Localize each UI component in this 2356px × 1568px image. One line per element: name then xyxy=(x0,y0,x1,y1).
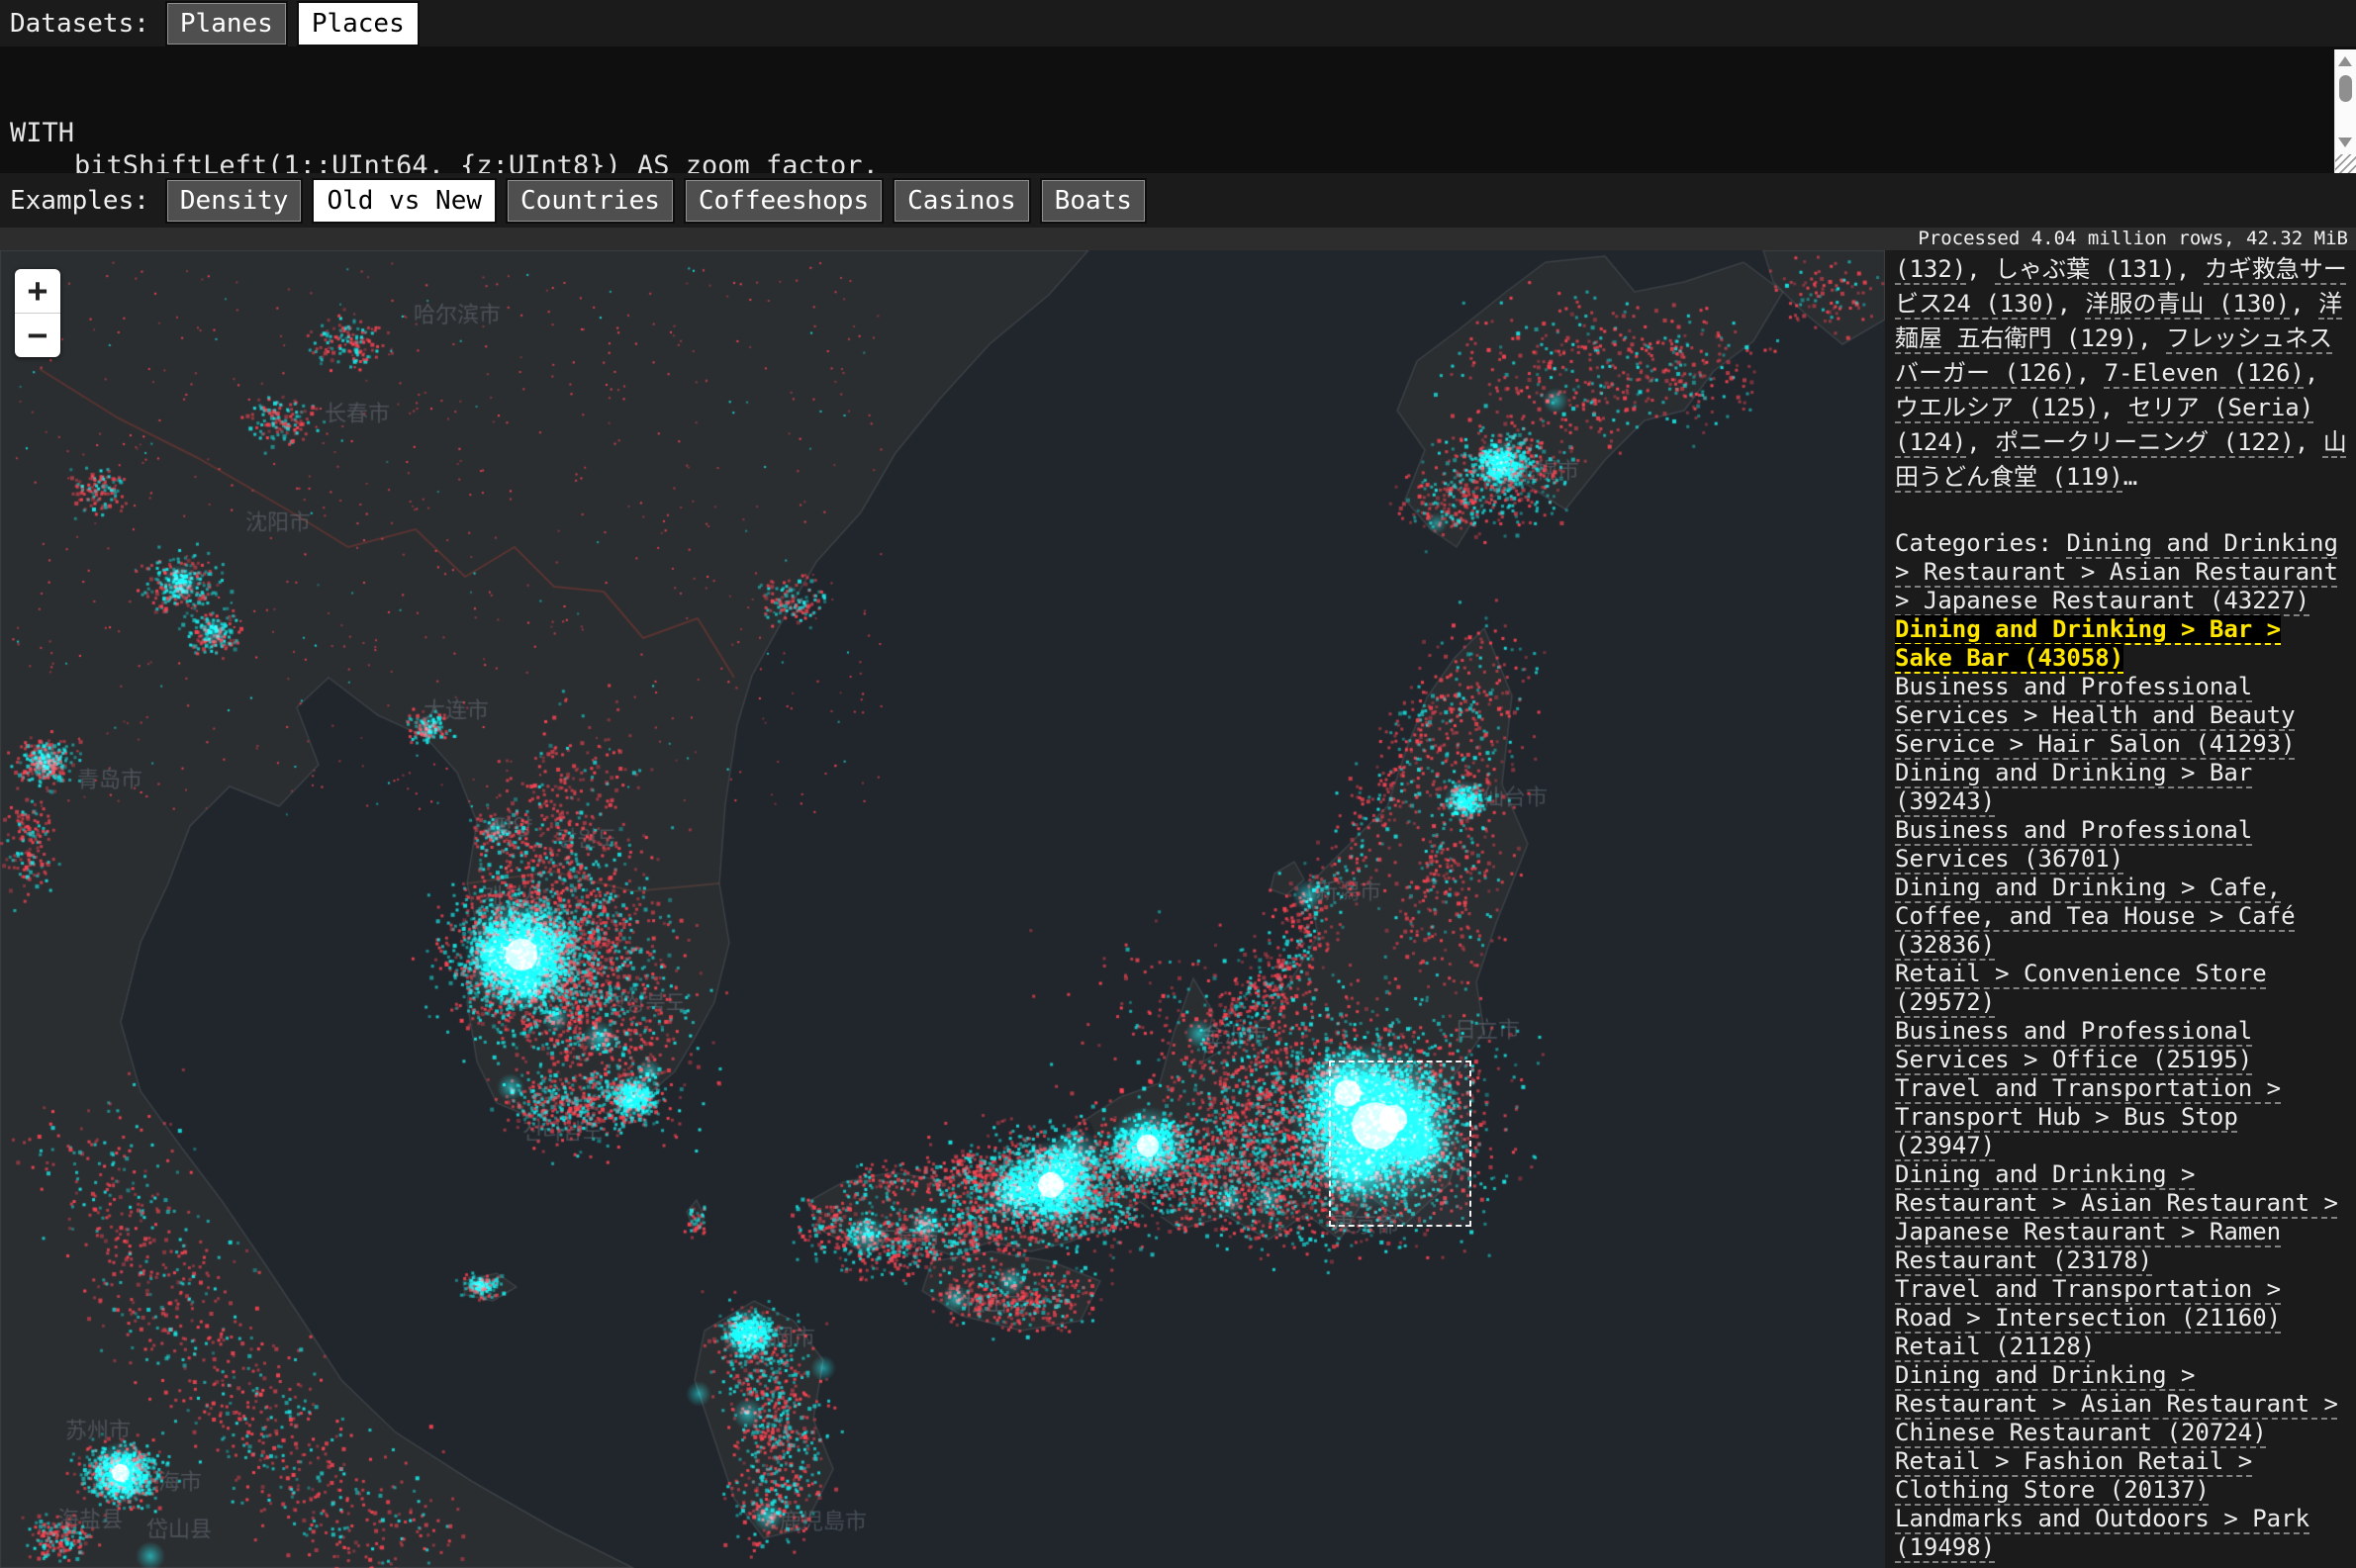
category-link[interactable]: Landmarks and Outdoors > Park (19498) xyxy=(1895,1505,2309,1561)
category-link[interactable]: Retail > Fashion Retail > Clothing Store… xyxy=(1895,1447,2252,1504)
example-button[interactable]: Coffeeshops xyxy=(684,178,884,224)
category-link[interactable]: Dining and Drinking > Cafe, Coffee, and … xyxy=(1895,874,2296,959)
datasets-buttons: PlanesPlaces xyxy=(165,1,420,46)
place-name-link[interactable]: 7-Eleven (126) xyxy=(2076,359,2305,387)
tile-selection-box[interactable] xyxy=(1329,1061,1471,1227)
example-button[interactable]: Boats xyxy=(1040,178,1147,224)
map-container[interactable]: + − xyxy=(0,250,1885,1568)
zoom-in-button[interactable]: + xyxy=(15,269,60,313)
example-button[interactable]: Old vs New xyxy=(312,178,497,224)
categories-section: Categories: Dining and Drinking > Restau… xyxy=(1895,529,2347,1562)
examples-buttons: DensityOld vs NewCountriesCoffeeshopsCas… xyxy=(165,178,1147,224)
top-names-list: (132)しゃぶ葉 (131)カギ救急サービス24 (130)洋服の青山 (13… xyxy=(1895,252,2347,495)
place-name-link[interactable]: 洋服の青山 (130) xyxy=(2057,290,2291,318)
category-link[interactable]: Dining and Drinking > Restaurant > Asian… xyxy=(1895,1160,2338,1274)
example-button[interactable]: Casinos xyxy=(893,178,1031,224)
dataset-button[interactable]: Planes xyxy=(165,1,288,46)
scrollbar-thumb[interactable] xyxy=(2339,75,2352,102)
category-link[interactable]: Business and Professional Services > Hea… xyxy=(1895,673,2296,758)
status-bar: Processed 4.04 million rows, 42.32 MiB xyxy=(0,228,2356,250)
category-link[interactable]: Retail > Convenience Store (29572) xyxy=(1895,960,2267,1016)
status-text: Processed 4.04 million rows, 42.32 MiB xyxy=(1918,228,2348,249)
map-zoom-control: + − xyxy=(15,269,60,357)
category-link[interactable]: Retail (21128) xyxy=(1895,1333,2095,1360)
examples-row: Examples: DensityOld vs NewCountriesCoff… xyxy=(0,173,2356,228)
category-link[interactable]: Business and Professional Services (3670… xyxy=(1895,816,2252,873)
scroll-up-icon[interactable] xyxy=(2338,56,2352,66)
category-link[interactable]: Dining and Drinking > Bar > Sake Bar (43… xyxy=(1895,615,2281,672)
examples-label: Examples: xyxy=(10,186,149,216)
category-link[interactable]: Travel and Transportation > Transport Hu… xyxy=(1895,1074,2281,1159)
dataset-button[interactable]: Places xyxy=(297,1,420,46)
place-name-link[interactable]: しゃぶ葉 (131) xyxy=(1966,255,2176,283)
scroll-down-icon[interactable] xyxy=(2338,138,2352,147)
category-link[interactable]: Business and Professional Services > Off… xyxy=(1895,1017,2252,1073)
textarea-resize-grip-icon[interactable] xyxy=(2334,154,2356,173)
zoom-out-button[interactable]: − xyxy=(15,313,60,357)
example-button[interactable]: Countries xyxy=(506,178,675,224)
categories-list: Dining and Drinking > Restaurant > Asian… xyxy=(1895,529,2338,1561)
place-name-link[interactable]: ポニークリーニング (122) xyxy=(1966,428,2295,456)
datasets-row: Datasets: PlanesPlaces xyxy=(0,0,2356,46)
top-names-ellipsis: … xyxy=(2123,463,2137,491)
query-editor-scrollbar[interactable] xyxy=(2334,49,2356,154)
example-button[interactable]: Density xyxy=(165,178,304,224)
category-link[interactable]: Travel and Transportation > Road > Inter… xyxy=(1895,1275,2281,1332)
top-names: (132)しゃぶ葉 (131)カギ救急サービス24 (130)洋服の青山 (13… xyxy=(1895,255,2347,491)
query-editor[interactable]: WITH bitShiftLeft(1::UInt64, {z:UInt8}) … xyxy=(0,46,2356,173)
main-area: + − (132)しゃぶ葉 (131)カギ救急サービス24 (130)洋服の青山… xyxy=(0,250,2356,1568)
datasets-label: Datasets: xyxy=(10,9,149,39)
categories-label: Categories: xyxy=(1895,529,2066,557)
map-canvas[interactable] xyxy=(0,250,1885,1568)
sidebar: (132)しゃぶ葉 (131)カギ救急サービス24 (130)洋服の青山 (13… xyxy=(1885,250,2356,1568)
query-code[interactable]: WITH bitShiftLeft(1::UInt64, {z:UInt8}) … xyxy=(0,112,2356,173)
category-link[interactable]: Dining and Drinking > Restaurant > Asian… xyxy=(1895,1361,2338,1446)
place-name-link[interactable]: (132) xyxy=(1895,255,1966,283)
category-link[interactable]: Dining and Drinking > Bar (39243) xyxy=(1895,759,2252,815)
